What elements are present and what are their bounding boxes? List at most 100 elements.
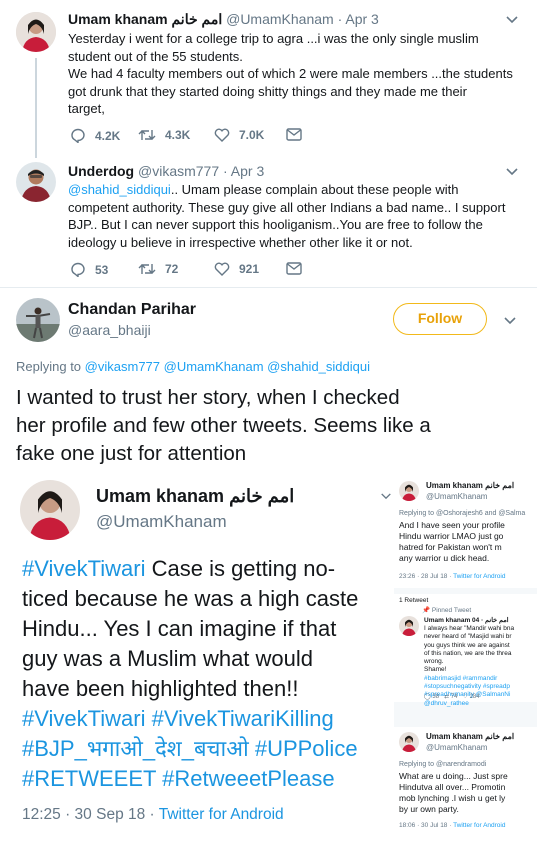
reply-icon <box>71 262 85 277</box>
tweet-line-rest: .. Umam please complain about these peop… <box>170 182 459 197</box>
display-name[interactable]: Umam khanam امم خانم <box>68 11 222 27</box>
reply-mention[interactable]: @shahid_siddiqui <box>267 359 370 374</box>
tweet-line: competent authority. These guy give all … <box>68 199 506 215</box>
avatar[interactable] <box>16 298 60 342</box>
side-time: 18:06 · 30 Jul 18 · <box>399 822 454 829</box>
body-text: have been highlighted then!! <box>22 676 299 701</box>
handle[interactable]: @UmamKhanam <box>226 11 334 27</box>
side-line: you guys think we are against <box>424 641 510 649</box>
side-retweet-count: 1 Retweet <box>399 597 429 604</box>
like-button[interactable]: 7.0K <box>214 128 264 142</box>
embedded-tweet: Umam khanam امم خانم @UmamKhanam #VivekT… <box>0 476 394 842</box>
side-line: I always hear "Mandir wahi bna <box>424 625 515 632</box>
follow-label: Follow <box>417 310 463 326</box>
chevron-down-icon <box>381 493 391 500</box>
side-line: any warrior u dick head. <box>399 553 490 563</box>
tweet-line: ideology u believe in irrespective wheth… <box>68 234 413 250</box>
chevron-down-icon[interactable] <box>503 316 517 326</box>
side-actions: ◯ 38 ⇄ 74 ♡ 284 <box>424 692 480 703</box>
follow-button[interactable]: Follow <box>393 303 487 335</box>
tweet-line: target, <box>68 101 105 116</box>
tweet-line: student out of the 55 students. <box>68 48 243 64</box>
replying-to: Replying to @vikasm777 @UmamKhanam @shah… <box>16 358 370 376</box>
timestamp[interactable]: · Apr 3 <box>338 11 379 27</box>
tweet-line: I wanted to trust her story, when I chec… <box>16 386 400 409</box>
profile-photo-icon <box>16 162 56 202</box>
side-handle: @UmamKhanam <box>426 492 488 501</box>
profile-photo-icon <box>16 12 56 52</box>
hashtag-text: #VivekTiwari #VivekTiwariKilling <box>22 706 334 731</box>
side-time: 23:26 · 28 Jul 18 · <box>399 573 454 580</box>
embedded-time: 12:25 · 30 Sep 18 · <box>22 806 159 823</box>
avatar <box>399 481 419 501</box>
retweet-button[interactable]: 72 <box>138 262 178 276</box>
reply-button[interactable]: 53 <box>70 262 108 277</box>
tweet-line: BJP.. But I can never support this hooli… <box>68 217 483 232</box>
hashtag-text: #VivekTiwari <box>22 556 146 581</box>
side-reply-count: 38 <box>432 694 440 700</box>
display-name[interactable]: Underdog <box>68 163 134 179</box>
tweet-line: Yesterday i went for a college trip to a… <box>68 31 479 46</box>
side-handle: @UmamKhanam <box>426 743 488 752</box>
tweet-text: Yesterday i went for a college trip to a… <box>68 30 528 118</box>
profile-photo-icon <box>16 298 60 342</box>
profile-photo-icon <box>399 732 419 752</box>
side-line: by ur own party. <box>399 804 459 814</box>
side-line: hatred for Pakistan won't m <box>399 542 502 552</box>
avatar[interactable] <box>16 162 56 202</box>
pin-icon: 📌 <box>422 607 431 614</box>
embedded-source: Twitter for Android <box>158 806 284 823</box>
reply-mention[interactable]: @UmamKhanam <box>164 359 264 374</box>
reply-icon <box>71 128 85 143</box>
like-button[interactable]: 921 <box>214 262 259 276</box>
heart-icon <box>214 128 230 142</box>
handle[interactable]: @vikasm777 <box>138 163 219 179</box>
envelope-icon <box>286 128 302 141</box>
body-text: Case is getting no- <box>145 556 336 581</box>
profile-photo-icon <box>399 481 419 501</box>
envelope-icon <box>286 262 302 275</box>
side-line: never heard of "Masjid wahi br <box>424 633 512 641</box>
reply-button[interactable]: 4.2K <box>70 128 120 143</box>
side-tweet: Umam khanam امم خانم @UmamKhanam Replyin… <box>394 727 537 842</box>
tweet-header: Umam khanam امم خانم @UmamKhanam · Apr 3 <box>68 10 379 28</box>
side-line: And I have seen your profile <box>399 520 505 530</box>
handle[interactable]: @aara_bhaiji <box>68 320 196 340</box>
heart-icon <box>214 262 230 276</box>
avatar[interactable] <box>16 12 56 52</box>
tweet-line: fake one just for attention <box>16 442 247 465</box>
retweet-button[interactable]: 4.3K <box>138 128 190 142</box>
side-line: Shame! <box>424 666 447 674</box>
side-stamp: 23:26 · 28 Jul 18 · Twitter for Android <box>399 572 505 583</box>
retweet-count: 72 <box>165 262 179 276</box>
retweet-icon <box>138 264 156 274</box>
pinned-text: Pinned Tweet <box>431 607 472 614</box>
timestamp[interactable]: · Apr 3 <box>223 163 264 179</box>
chevron-down-icon[interactable] <box>505 15 519 25</box>
reply-mention[interactable]: @vikasm777 <box>85 359 160 374</box>
mention-link[interactable]: @shahid_siddiqui <box>68 182 171 197</box>
hashtag-text: #BJP_भगाओ_देश_बचाओ #UPPolice <box>22 736 358 761</box>
attached-image[interactable]: Umam khanam امم خانم @UmamKhanam #VivekT… <box>0 476 537 842</box>
tweet-chandan: Chandan Parihar @aara_bhaiji Follow Repl… <box>0 288 537 476</box>
retweet-icon <box>138 130 156 140</box>
chevron-down-icon[interactable] <box>505 167 519 177</box>
side-like-count: 284 <box>469 694 480 700</box>
tweet-actions: 53 72 921 <box>70 262 370 282</box>
side-line: mob lynching .I wish u get ly <box>399 793 506 803</box>
display-name[interactable]: Chandan Parihar <box>68 300 196 320</box>
body-text: Hindu... Yes I can imagine if that <box>22 616 337 641</box>
profile-photo-icon <box>399 616 419 636</box>
embedded-tweet-text: #VivekTiwari Case is getting no-ticed be… <box>22 554 394 794</box>
tweet-line: @shahid_siddiqui.. Umam please complain … <box>68 181 528 199</box>
like-count: 921 <box>239 262 260 276</box>
direct-message-button[interactable] <box>286 128 302 141</box>
heart-icon: ♡ <box>462 694 468 700</box>
direct-message-button[interactable] <box>286 262 302 275</box>
side-replying: Replying to @Oshorajesh6 and @Salma <box>399 510 526 517</box>
tweet-underdog: Underdog @vikasm777 · Apr 3 @shahid_sidd… <box>0 160 537 288</box>
tweet-line: We had 4 faculty members out of which 2 … <box>68 66 513 81</box>
reply-count: 4.2K <box>95 128 121 143</box>
side-line: #babrimasjid #rammandir <box>424 674 498 682</box>
side-panel: Umam khanam امم خانم @UmamKhanam Replyin… <box>394 476 537 842</box>
